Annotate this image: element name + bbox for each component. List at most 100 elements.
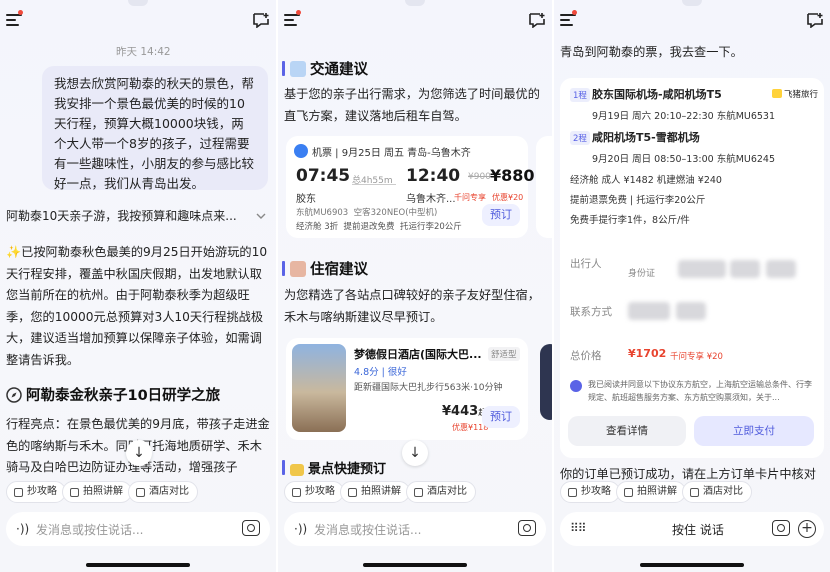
doc-icon <box>14 488 23 497</box>
notification-dot <box>18 10 23 15</box>
compare-icon <box>136 488 145 497</box>
top-bar <box>554 8 830 36</box>
airplane-icon <box>290 61 306 77</box>
plus-icon[interactable]: + <box>798 520 816 538</box>
compare-icon <box>414 488 423 497</box>
traveler-name-redacted <box>678 260 726 278</box>
chat-panel-3: 青岛到阿勒泰的票，我去查一下。 1程 胶东国际机场-咸阳机场T5 飞猪旅行 9月… <box>554 0 830 572</box>
scroll-handle <box>128 0 148 6</box>
cabin-info: 经济舱 3折 提前退改免费 托运行李20公斤 <box>296 222 462 232</box>
section-bar <box>282 61 285 76</box>
keyboard-icon[interactable]: ⠿⠿ <box>570 521 587 535</box>
hotel-score: 4.8分 | 很好 <box>354 367 407 378</box>
scenic-section-title: 景点快捷预订 <box>282 458 386 477</box>
leg1-detail: 9月19日 周六 20:10–22:30 东航MU6531 <box>592 111 776 122</box>
message-input[interactable]: 发消息或按住说话... <box>36 521 143 538</box>
doc-icon <box>292 488 301 497</box>
message-time: 昨天 14:42 <box>116 46 171 58</box>
chip-hotel-compare[interactable]: 酒店对比 <box>682 481 752 503</box>
doc-icon <box>568 488 577 497</box>
hotel-card[interactable]: 梦德假日酒店(国际大巴... 舒适型 4.8分 | 很好 距新疆国际大巴扎步行5… <box>286 338 528 440</box>
dep-airport: 胶东 <box>296 194 316 205</box>
free-baggage: 免费手提行李1件，8公斤/件 <box>570 215 690 226</box>
contact-label: 联系方式 <box>570 306 612 318</box>
chip-guide[interactable]: 抄攻略 <box>560 481 620 503</box>
next-ticket-card-peek[interactable] <box>536 136 552 238</box>
chip-photo-explain[interactable]: 拍照讲解 <box>616 481 686 503</box>
duration-line <box>352 184 396 185</box>
leg2-detail: 9月20日 周日 08:50–13:00 东航MU6245 <box>592 154 776 165</box>
scroll-down-button[interactable]: ↓ <box>126 440 152 466</box>
chat-panel-2: 交通建议 基于您的亲子出行需求，为您筛选了时间最优的直飞方案，建议落地后租车自驾… <box>278 0 552 572</box>
hotel-book-button[interactable]: 预订 <box>482 406 520 428</box>
chip-guide[interactable]: 抄攻略 <box>284 481 344 503</box>
collapsed-thinking[interactable]: 阿勒泰10天亲子游，我按预算和趣味点来... <box>6 206 246 228</box>
ticket-icon <box>294 144 308 158</box>
agree-checkbox[interactable] <box>570 380 582 392</box>
user-message[interactable]: 我想去欣赏阿勒泰的秋天的景色，帮我安排一个景色最优美的时候的10天行程，预算大概… <box>42 66 268 191</box>
new-chat-icon[interactable] <box>528 12 546 28</box>
message-input-bar[interactable]: ·)) 发消息或按住说话... <box>6 512 270 546</box>
traveler-id-redacted <box>766 260 796 278</box>
next-hotel-card-peek[interactable] <box>540 344 552 420</box>
chip-guide[interactable]: 抄攻略 <box>6 481 66 503</box>
camera-icon[interactable] <box>242 520 260 536</box>
hold-to-talk-button[interactable]: 按住 说话 <box>672 521 724 538</box>
discount-tag: 优惠¥20 <box>492 193 524 202</box>
top-bar <box>0 8 276 36</box>
chat-panel-1: 昨天 14:42 我想去欣赏阿勒泰的秋天的景色，帮我安排一个景色最优美的时候的1… <box>0 0 276 572</box>
fliggy-logo-icon <box>772 89 782 98</box>
menu-icon[interactable] <box>284 14 300 28</box>
contact-redacted <box>628 302 670 320</box>
home-indicator <box>363 563 467 567</box>
arr-time: 12:40 <box>406 166 461 186</box>
camera-icon[interactable] <box>772 520 790 536</box>
voice-wave-icon[interactable]: ·)) <box>294 522 307 536</box>
pay-now-button[interactable]: 立即支付 <box>694 416 814 446</box>
view-details-button[interactable]: 查看详情 <box>568 416 686 446</box>
chip-hotel-compare[interactable]: 酒店对比 <box>128 481 198 503</box>
scroll-down-button[interactable]: ↓ <box>402 440 428 466</box>
total-price: ¥1702 <box>628 347 667 360</box>
traveler-id-redacted <box>730 260 760 278</box>
total-label: 总价格 <box>570 350 602 362</box>
flight-book-button[interactable]: 预订 <box>482 204 520 226</box>
scroll-handle <box>405 0 425 6</box>
order-card[interactable]: 1程 胶东国际机场-咸阳机场T5 飞猪旅行 9月19日 周六 20:10–22:… <box>560 78 824 458</box>
new-chat-icon[interactable] <box>806 12 824 28</box>
compass-icon <box>6 387 22 403</box>
section-bar <box>282 460 285 475</box>
camera-icon <box>624 488 633 497</box>
camera-icon[interactable] <box>518 520 536 536</box>
cabin-price-info: 经济舱 成人 ¥1482 机建燃油 ¥240 <box>570 175 722 186</box>
hotel-title-text: 住宿建议 <box>310 262 368 278</box>
home-indicator <box>640 563 744 567</box>
camera-icon <box>348 488 357 497</box>
ticket-type-date: 机票 | 9月25日 周五 青岛-乌鲁木齐 <box>312 148 471 159</box>
voice-wave-icon[interactable]: ·)) <box>16 522 29 536</box>
refund-policy: 提前退票免费 | 托运行李20公斤 <box>570 195 706 206</box>
exclusive-tag: 千问专享 <box>454 193 486 202</box>
new-chat-icon[interactable] <box>252 12 270 28</box>
message-input-bar[interactable]: ·)) 发消息或按住说话... <box>284 512 546 546</box>
menu-icon[interactable] <box>6 14 22 28</box>
leg1-route: 胶东国际机场-咸阳机场T5 <box>592 88 722 101</box>
message-input[interactable]: 发消息或按住说话... <box>314 521 421 538</box>
traveler-label: 出行人 <box>570 258 602 270</box>
agreement-text[interactable]: 我已阅读并同意以下协议东方航空，上海航空运输总条件、行李规定、航班超售服务方案、… <box>588 378 816 404</box>
contact-redacted <box>676 302 706 320</box>
chip-hotel-compare[interactable]: 酒店对比 <box>406 481 476 503</box>
voice-input-bar[interactable]: ⠿⠿ 按住 说话 + <box>560 512 824 546</box>
compare-icon <box>690 488 699 497</box>
arr-airport: 乌鲁木齐... <box>406 194 456 205</box>
menu-icon[interactable] <box>560 14 576 28</box>
transport-title-text: 交通建议 <box>310 62 368 78</box>
assistant-reply: ✨已按阿勒泰秋色最美的9月25日开始游玩的10天行程安排，覆盖中秋国庆假期，出发… <box>6 245 268 367</box>
chevron-down-icon[interactable] <box>256 212 266 220</box>
chip-photo-explain[interactable]: 拍照讲解 <box>62 481 132 503</box>
trip-title: 阿勒泰金秋亲子10日研学之旅 <box>6 384 220 405</box>
flight-ticket-card[interactable]: 机票 | 9月25日 周五 青岛-乌鲁木齐 07:45 总4h55m 12:40… <box>286 136 535 238</box>
chip-photo-explain[interactable]: 拍照讲解 <box>340 481 410 503</box>
dep-time: 07:45 <box>296 166 351 186</box>
hotel-section-title: 住宿建议 <box>282 258 368 279</box>
